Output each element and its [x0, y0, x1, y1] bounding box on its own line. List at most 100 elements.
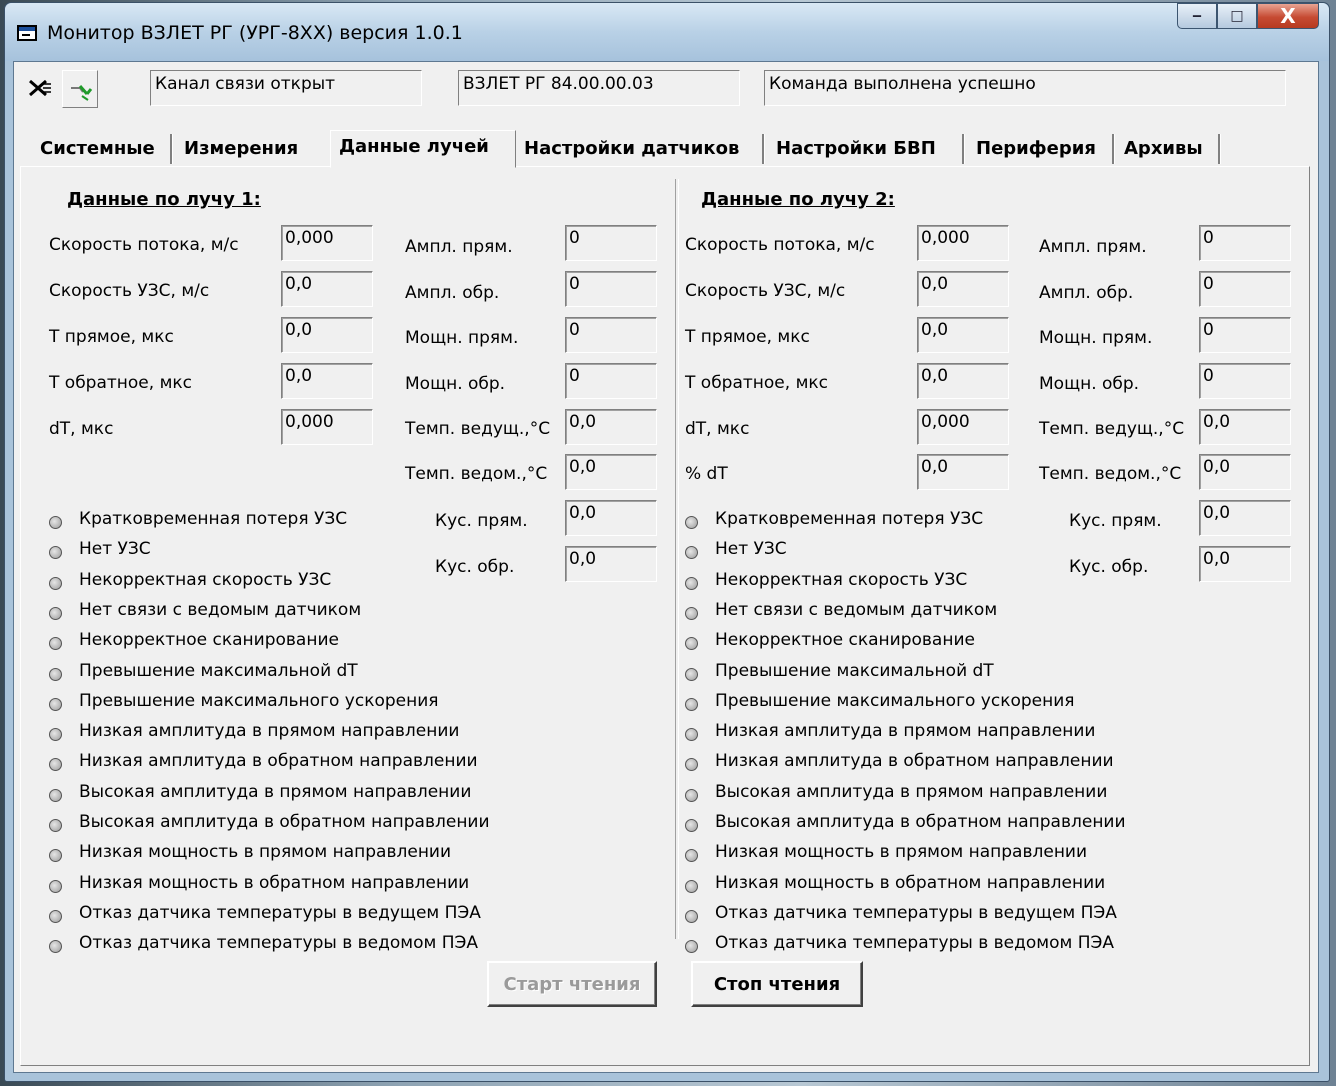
beam2-dt-percent-field[interactable]: 0,0 [917, 454, 1009, 490]
beam1-flag-label: Превышение максимальной dT [79, 660, 358, 681]
beam1-flag-indicator-icon [49, 788, 62, 802]
beam1-flag-indicator-icon [49, 606, 62, 620]
beam2-flag-label: Отказ датчика температуры в ведущем ПЭА [715, 902, 1117, 923]
beam2-kus-fwd-label: Кус. прям. [1069, 511, 1162, 531]
beam2-flag-indicator-icon [685, 606, 698, 620]
beam2-flag-indicator-icon [685, 819, 698, 832]
beam2-power-rev-label: Мощн. обр. [1039, 374, 1140, 394]
beam2-flag-label: Высокая амплитуда в обратном направлении [715, 812, 1126, 832]
beam1-temp-slave-label: Темп. ведом.,°С [405, 464, 548, 484]
beam-data-panel: Данные по лучу 1: Скорость потока, м/с 0… [20, 166, 1310, 1066]
beam2-temp-slave-field[interactable]: 0,0 [1199, 454, 1291, 490]
client-area: Канал связи открыт ВЗЛЕТ РГ 84.00.00.03 … [13, 61, 1319, 1073]
beam2-ampl-fwd-field[interactable]: 0 [1199, 225, 1291, 261]
beam2-temp-slave-label: Темп. ведом.,°С [1039, 464, 1182, 484]
tab-archives[interactable]: Архивы [1116, 134, 1220, 164]
column-divider [675, 179, 679, 939]
start-reading-button[interactable]: Старт чтения [487, 961, 657, 1007]
beam2-flag-label: Низкая амплитуда в прямом направлении [715, 721, 1096, 742]
beam2-flag-label: Нет связи с ведомым датчиком [715, 599, 998, 620]
beam1-kus-rev-field[interactable]: 0,0 [565, 546, 657, 582]
tab-peripherals[interactable]: Периферия [968, 134, 1114, 164]
beam2-power-rev-field[interactable]: 0 [1199, 363, 1291, 399]
beam1-t-reverse-label: Т обратное, мкс [49, 373, 193, 393]
beam2-flag-label: Превышение максимальной dT [715, 660, 994, 681]
command-status: Команда выполнена успешно [764, 70, 1286, 106]
beam1-flag-indicator-icon [49, 849, 62, 863]
beam2-flag-label: Превышение максимального ускорения [715, 690, 1075, 711]
beam1-sound-speed-label: Скорость УЗС, м/с [49, 281, 210, 301]
beam1-dt-field[interactable]: 0,000 [281, 409, 373, 445]
beam1-flag-indicator-icon [49, 879, 62, 893]
beam1-flag-label: Высокая амплитуда в прямом направлении [79, 781, 472, 802]
beam1-ampl-rev-label: Ампл. обр. [405, 283, 500, 303]
beam1-ampl-fwd-field[interactable]: 0 [565, 225, 657, 261]
beam1-temp-slave-field[interactable]: 0,0 [565, 454, 657, 490]
tab-beam-data[interactable]: Данные лучей [330, 130, 516, 168]
beam2-flag-label: Нет УЗС [715, 539, 787, 560]
beam1-sound-speed-field[interactable]: 0,0 [281, 271, 373, 307]
beam1-flag-label: Нет УЗС [79, 539, 151, 560]
beam1-flag-label: Нет связи с ведомым датчиком [79, 599, 362, 620]
beam1-flag-indicator-icon [49, 546, 62, 560]
beam1-ampl-rev-field[interactable]: 0 [565, 271, 657, 307]
beam1-flag-label: Кратковременная потеря УЗС [79, 509, 348, 529]
main-window: Монитор ВЗЛЕТ РГ (УРГ-8ХХ) версия 1.0.1 … [4, 2, 1330, 1082]
beam2-dt-label: dT, мкс [685, 419, 750, 439]
beam2-t-forward-field[interactable]: 0,0 [917, 317, 1009, 353]
stop-reading-button[interactable]: Стоп чтения [691, 961, 863, 1007]
beam1-t-reverse-field[interactable]: 0,0 [281, 363, 373, 399]
beam1-flow-label: Скорость потока, м/с [49, 235, 239, 255]
beam2-flag-indicator-icon [685, 879, 698, 893]
beam1-flag-label: Отказ датчика температуры в ведущем ПЭА [79, 902, 481, 923]
minimize-button[interactable]: ‒ [1177, 3, 1217, 29]
beam1-flag-indicator-icon [49, 697, 62, 711]
beam1-kus-fwd-field[interactable]: 0,0 [565, 500, 657, 536]
tab-measurements[interactable]: Измерения [176, 134, 326, 164]
beam2-sound-speed-label: Скорость УЗС, м/с [685, 281, 846, 301]
beam2-power-fwd-field[interactable]: 0 [1199, 317, 1291, 353]
tab-system[interactable]: Системные [32, 134, 172, 164]
beam2-flow-field[interactable]: 0,000 [917, 225, 1009, 261]
beam2-temp-lead-field[interactable]: 0,0 [1199, 409, 1291, 445]
window-title: Монитор ВЗЛЕТ РГ (УРГ-8ХХ) версия 1.0.1 [47, 22, 463, 44]
beam1-t-forward-field[interactable]: 0,0 [281, 317, 373, 353]
beam2-temp-lead-label: Темп. ведущ.,°С [1039, 419, 1185, 439]
beam1-flag-label: Некорректная скорость УЗС [79, 569, 332, 590]
beam1-flow-field[interactable]: 0,000 [281, 225, 373, 261]
disconnect-icon[interactable] [22, 70, 58, 108]
beam2-flag-label: Низкая амплитуда в обратном направлении [715, 751, 1114, 772]
beam2-flow-label: Скорость потока, м/с [685, 235, 875, 255]
beam1-temp-lead-label: Темп. ведущ.,°С [405, 419, 551, 439]
beam1-flag-indicator-icon [49, 516, 62, 529]
beam2-t-reverse-field[interactable]: 0,0 [917, 363, 1009, 399]
beam1-power-rev-field[interactable]: 0 [565, 363, 657, 399]
beam2-kus-fwd-field[interactable]: 0,0 [1199, 500, 1291, 536]
connect-icon[interactable] [62, 70, 98, 108]
beam2-ampl-rev-label: Ампл. обр. [1039, 283, 1134, 303]
beam1-temp-lead-field[interactable]: 0,0 [565, 409, 657, 445]
beam2-kus-rev-field[interactable]: 0,0 [1199, 546, 1291, 582]
beam1-dt-label: dT, мкс [49, 419, 114, 439]
beam2-flag-indicator-icon [685, 697, 698, 711]
beam2-flag-indicator-icon [685, 728, 698, 742]
close-button[interactable]: X [1257, 3, 1319, 29]
beam1-power-rev-label: Мощн. обр. [405, 374, 506, 394]
beam2-flag-indicator-icon [685, 940, 698, 954]
beam1-power-fwd-field[interactable]: 0 [565, 317, 657, 353]
beam2-flag-label: Отказ датчика температуры в ведомом ПЭА [715, 933, 1115, 954]
beam2-t-forward-label: Т прямое, мкс [685, 327, 810, 347]
beam2-flag-indicator-icon [685, 788, 698, 802]
beam2-dt-field[interactable]: 0,000 [917, 409, 1009, 445]
beam2-sound-speed-field[interactable]: 0,0 [917, 271, 1009, 307]
beam2-flag-label: Низкая мощность в прямом направлении [715, 842, 1088, 863]
tab-bvp-settings[interactable]: Настройки БВП [768, 134, 964, 164]
beam1-flag-indicator-icon [49, 909, 62, 923]
beam2-heading: Данные по лучу 2: [701, 189, 895, 210]
beam2-flag-indicator-icon [685, 516, 698, 529]
maximize-button[interactable]: □ [1217, 3, 1257, 29]
tab-sensor-settings[interactable]: Настройки датчиков [516, 134, 764, 164]
beam1-flag-label: Низкая мощность в обратном направлении [79, 872, 470, 893]
beam2-t-reverse-label: Т обратное, мкс [685, 373, 829, 393]
beam2-ampl-rev-field[interactable]: 0 [1199, 271, 1291, 307]
